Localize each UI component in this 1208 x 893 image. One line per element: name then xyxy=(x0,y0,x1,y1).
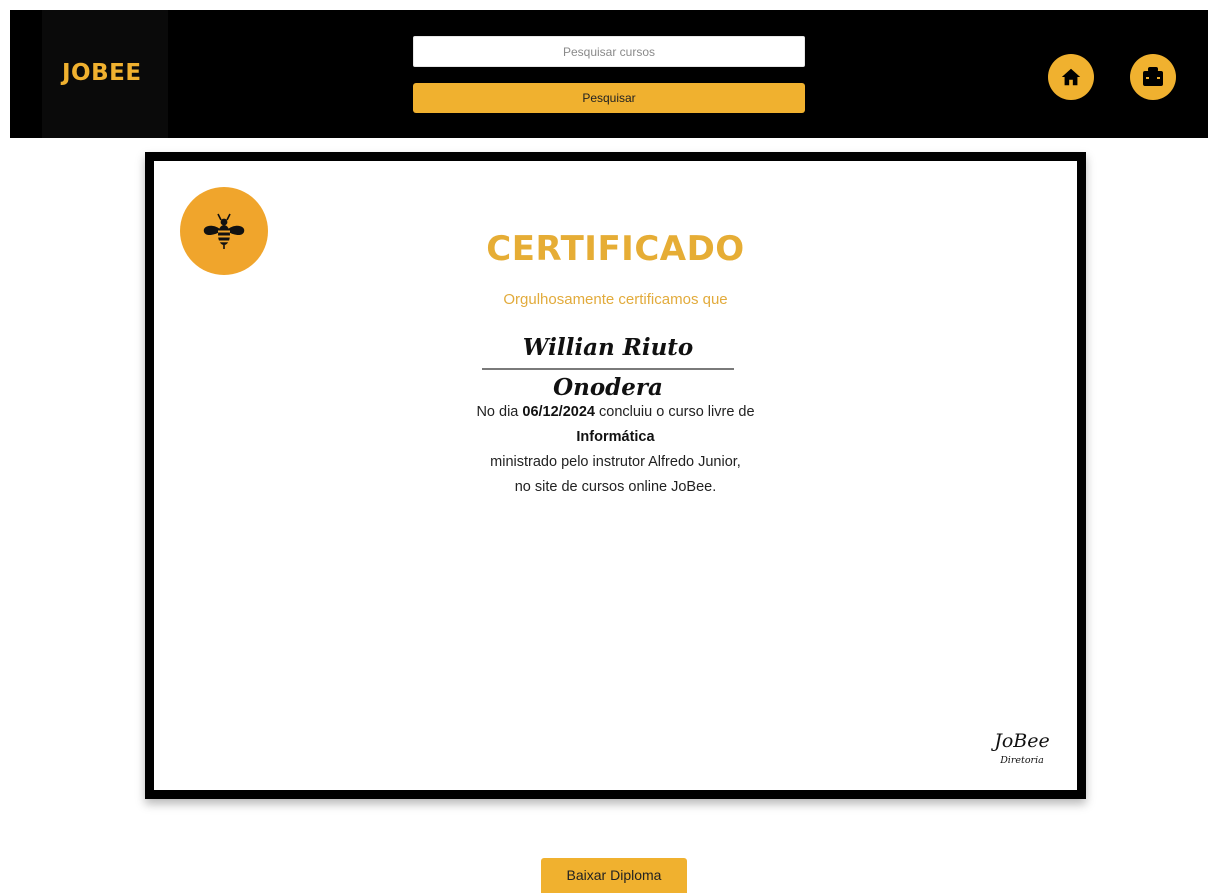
certificate-body: No dia 06/12/2024 concluiu o curso livre… xyxy=(154,400,1095,500)
site-line: no site de cursos online JoBee. xyxy=(514,479,717,495)
recipient-name: Willian Riuto Onodera xyxy=(482,328,734,401)
instructor-line: ministrado pelo instrutor Alfredo Junior… xyxy=(490,454,741,470)
download-diploma-button[interactable]: Baixar Diploma xyxy=(541,858,687,893)
briefcase-icon xyxy=(1143,67,1163,86)
completion-line: No dia 06/12/2024 concluiu o curso livre… xyxy=(154,400,1077,425)
completion-date: 06/12/2024 xyxy=(522,404,595,420)
certificate-subtitle: Orgulhosamente certificamos que xyxy=(503,291,728,308)
signature-role: Diretoria xyxy=(1000,755,1044,766)
home-icon xyxy=(1061,68,1081,86)
home-button[interactable] xyxy=(1048,54,1094,100)
logo[interactable]: JOBEE xyxy=(42,10,168,138)
certificate-card: CERTIFICADO Orgulhosamente certificamos … xyxy=(145,152,1086,799)
search-button[interactable]: Pesquisar xyxy=(413,83,805,113)
signature: JoBee Diretoria xyxy=(987,730,1057,768)
search-input[interactable] xyxy=(413,36,805,67)
jobs-button[interactable] xyxy=(1130,54,1176,100)
certificate-title: CERTIFICADO xyxy=(486,229,745,269)
logo-text: JOBEE xyxy=(62,60,142,86)
date-prefix: No dia xyxy=(476,404,519,420)
signature-name: JoBee xyxy=(994,730,1050,752)
completion-suffix: concluiu o curso livre de xyxy=(599,404,755,420)
course-name: Informática xyxy=(576,429,655,445)
top-navbar: JOBEE Pesquisar xyxy=(10,10,1208,138)
